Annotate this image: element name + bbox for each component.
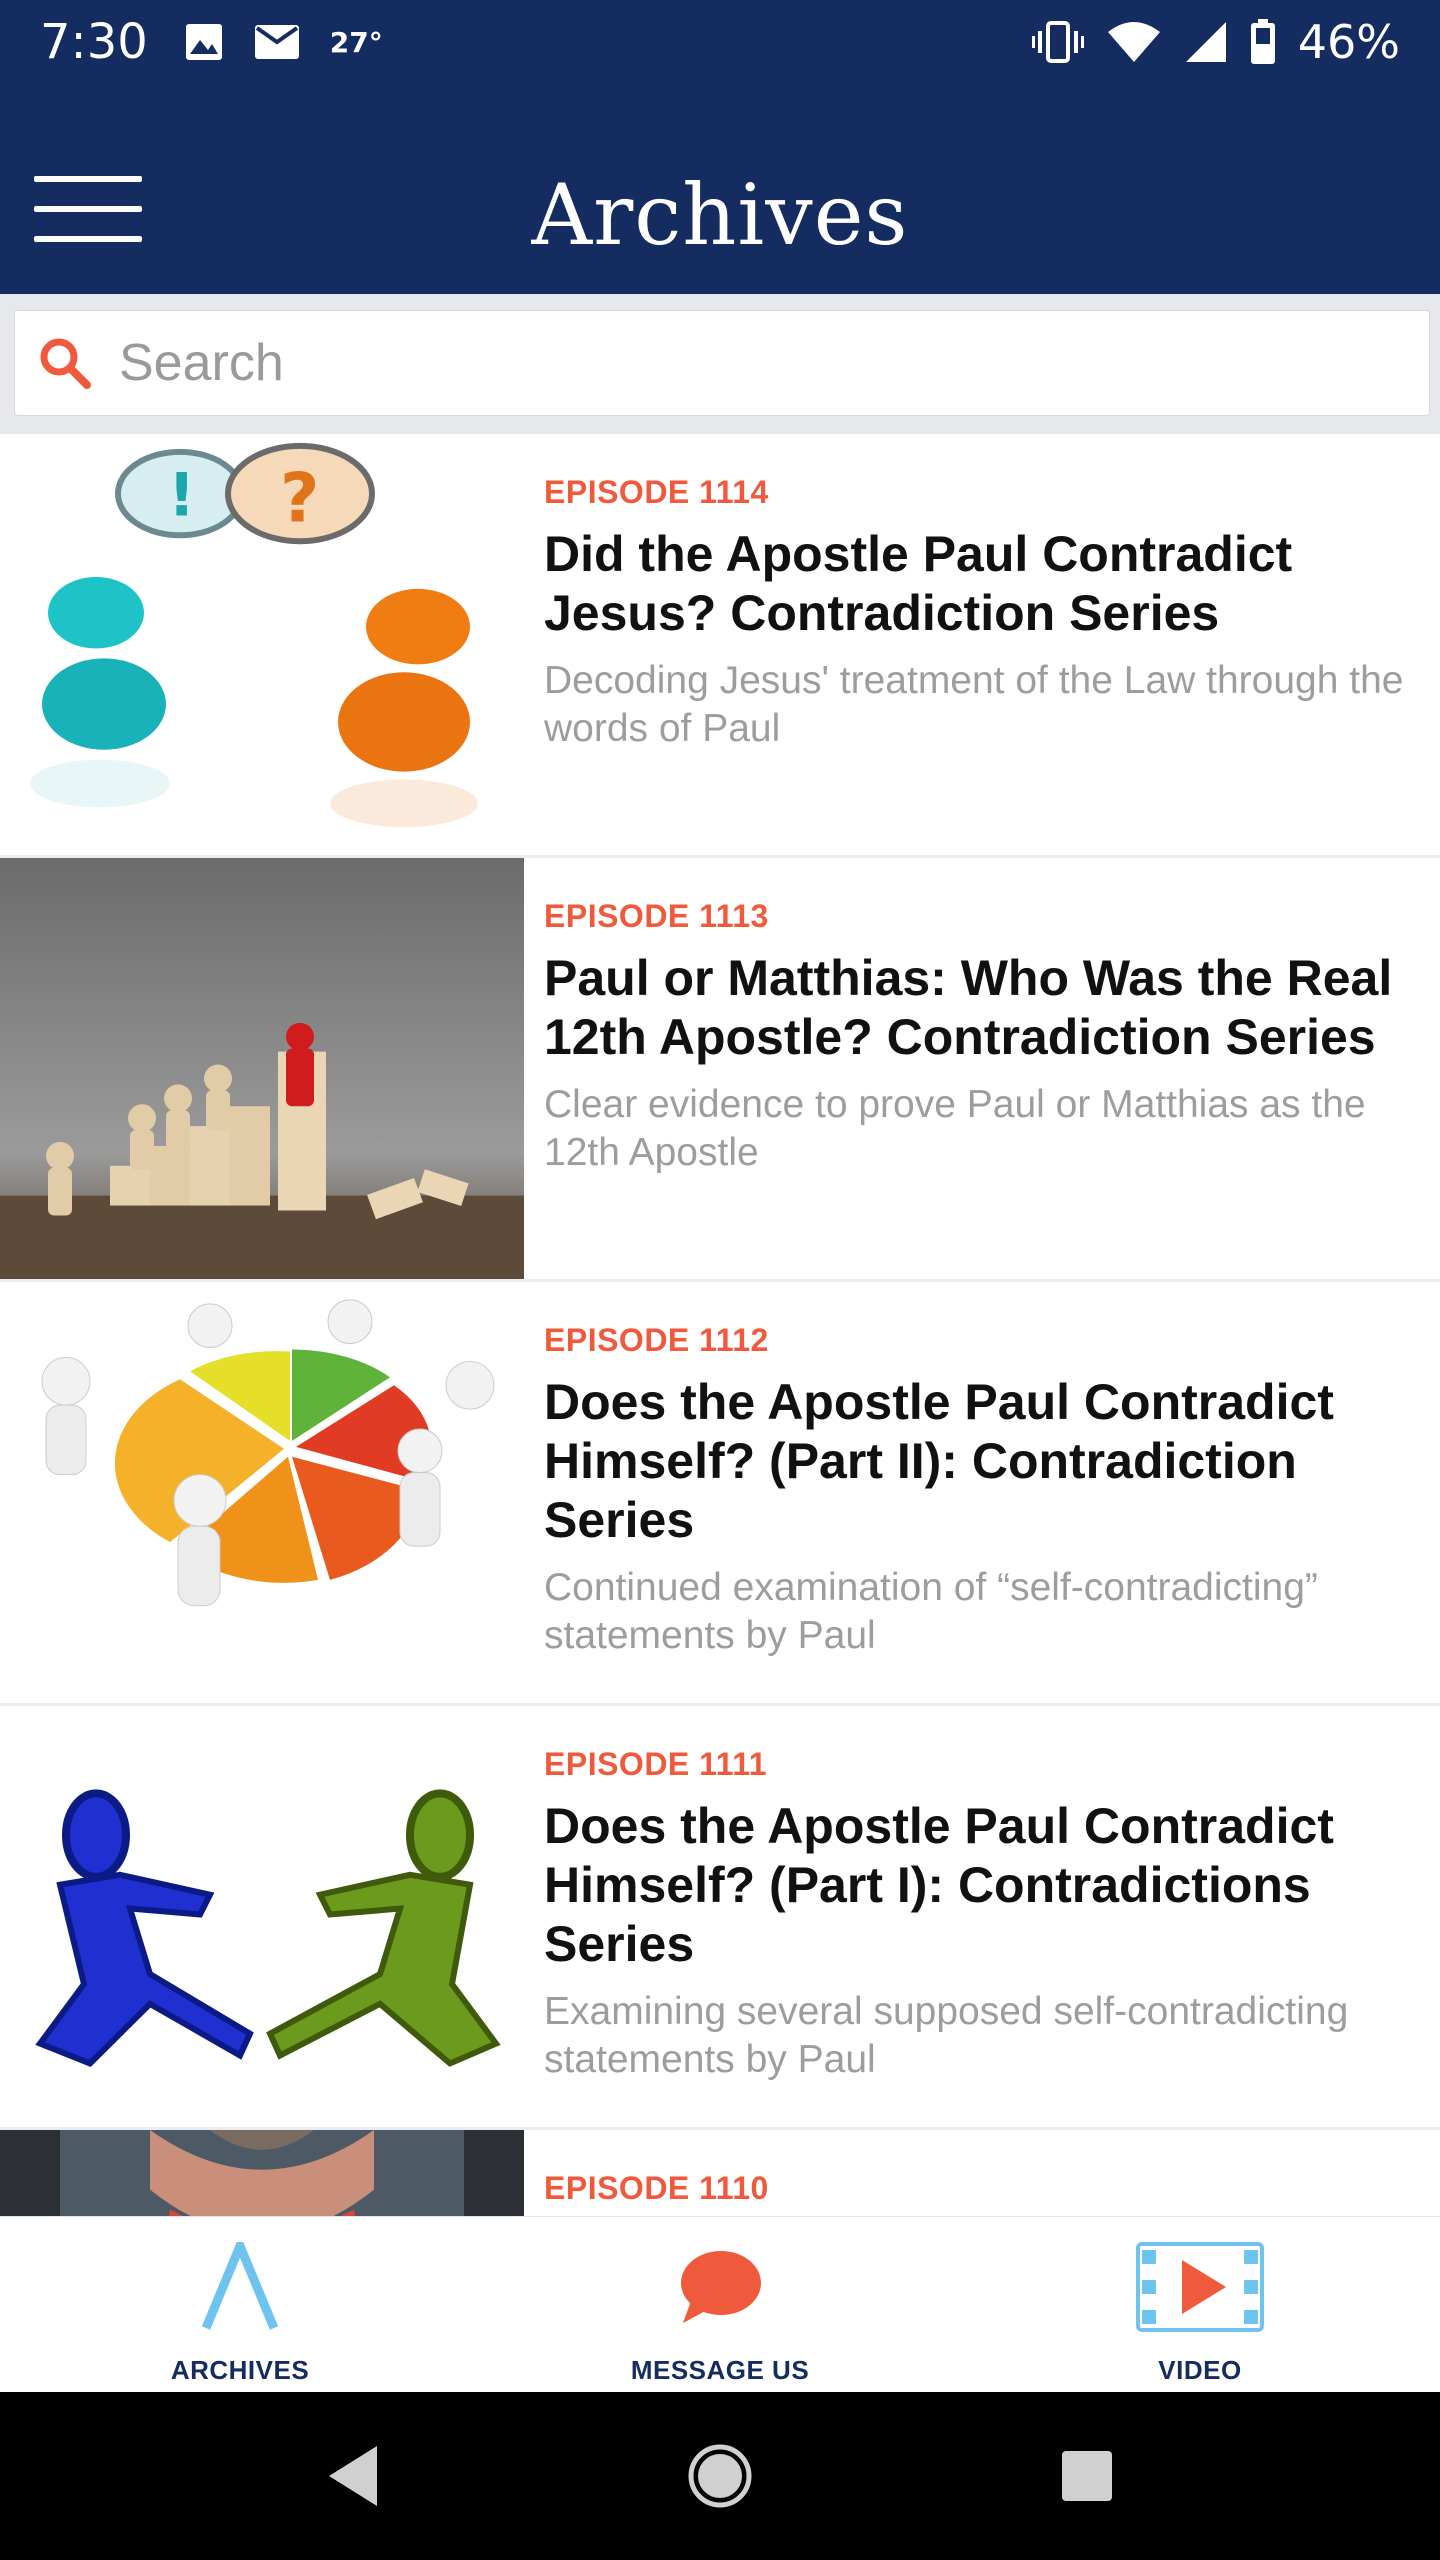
app-header: Archives bbox=[0, 84, 1440, 294]
list-item[interactable]: EPISODE 1110 bbox=[0, 2130, 1440, 2216]
list-item[interactable]: EPISODE 1111 Does the Apostle Paul Contr… bbox=[0, 1706, 1440, 2130]
page-title: Archives bbox=[531, 166, 909, 264]
svg-text:?: ? bbox=[280, 459, 319, 538]
episode-description: Decoding Jesus' treatment of the Law thr… bbox=[544, 659, 1404, 750]
episode-description: Clear evidence to prove Paul or Matthias… bbox=[544, 1083, 1366, 1174]
episode-number: EPISODE 1110 bbox=[544, 2170, 769, 2206]
list-item[interactable]: EPISODE 1112 Does the Apostle Paul Contr… bbox=[0, 1282, 1440, 1706]
battery-icon bbox=[1250, 19, 1275, 64]
episode-description: Continued examination of “self-contradic… bbox=[544, 1566, 1318, 1657]
chat-bubble-icon bbox=[655, 2237, 785, 2337]
list-item[interactable]: ! ? EPISODE 1114 Did the Apostle Paul Co… bbox=[0, 434, 1440, 858]
system-navigation-bar bbox=[0, 2392, 1440, 2560]
episode-title: Does the Apostle Paul Contradict Himself… bbox=[544, 1374, 1334, 1548]
search-icon bbox=[40, 338, 91, 389]
status-temperature: 27° bbox=[329, 25, 383, 59]
episode-title: Paul or Matthias: Who Was the Real 12th … bbox=[544, 950, 1393, 1065]
svg-text:!: ! bbox=[168, 462, 195, 531]
episode-number: EPISODE 1114 bbox=[544, 474, 769, 510]
search-box[interactable] bbox=[14, 310, 1430, 416]
wifi-icon bbox=[1107, 22, 1160, 62]
status-bar: 7:30 27° 46% bbox=[0, 0, 1440, 84]
episode-description: Examining several supposed self-contradi… bbox=[544, 1990, 1349, 2081]
vibrate-icon bbox=[1031, 21, 1084, 63]
bottom-navigation: ARCHIVES MESSAGE US VIDEO bbox=[0, 2216, 1440, 2392]
search-input[interactable] bbox=[119, 333, 1319, 393]
episode-number: EPISODE 1112 bbox=[544, 1322, 769, 1358]
episode-title: Did the Apostle Paul Contradict Jesus? C… bbox=[544, 526, 1293, 641]
wooden-figures-on-blocks-photo bbox=[0, 858, 524, 1279]
home-icon[interactable] bbox=[675, 2431, 765, 2521]
nav-message-us[interactable]: MESSAGE US bbox=[480, 2217, 960, 2392]
blue-and-green-figures-pushing-illustration bbox=[0, 1706, 524, 2127]
list-item[interactable]: EPISODE 1113 Paul or Matthias: Who Was t… bbox=[0, 858, 1440, 1282]
signal-icon bbox=[1185, 22, 1226, 62]
episode-number: EPISODE 1113 bbox=[544, 898, 769, 934]
episode-number: EPISODE 1111 bbox=[544, 1746, 768, 1782]
recents-icon[interactable] bbox=[1042, 2431, 1132, 2521]
speech-bubble-figures-illustration: ! ? bbox=[0, 434, 524, 855]
nav-video-label: VIDEO bbox=[1158, 2355, 1242, 2385]
episode-title: Does the Apostle Paul Contradict Himself… bbox=[544, 1798, 1334, 1972]
image-icon bbox=[185, 24, 222, 60]
nav-video[interactable]: VIDEO bbox=[960, 2217, 1440, 2392]
status-battery-percent: 46% bbox=[1297, 15, 1400, 69]
mail-icon bbox=[254, 25, 299, 59]
video-play-icon bbox=[1135, 2237, 1265, 2337]
back-icon[interactable] bbox=[308, 2431, 398, 2521]
figures-pushing-pie-chart-illustration bbox=[0, 1282, 524, 1703]
search-bar bbox=[0, 294, 1440, 434]
man-portrait-photo bbox=[0, 2130, 524, 2216]
nav-archives-label: ARCHIVES bbox=[170, 2355, 310, 2385]
nav-archives[interactable]: ARCHIVES bbox=[0, 2217, 480, 2392]
nav-message-us-label: MESSAGE US bbox=[630, 2355, 810, 2385]
status-time: 7:30 bbox=[40, 14, 148, 70]
archives-logo-icon bbox=[175, 2237, 305, 2337]
episode-list: ! ? EPISODE 1114 Did the Apostle Paul Co… bbox=[0, 434, 1440, 2216]
